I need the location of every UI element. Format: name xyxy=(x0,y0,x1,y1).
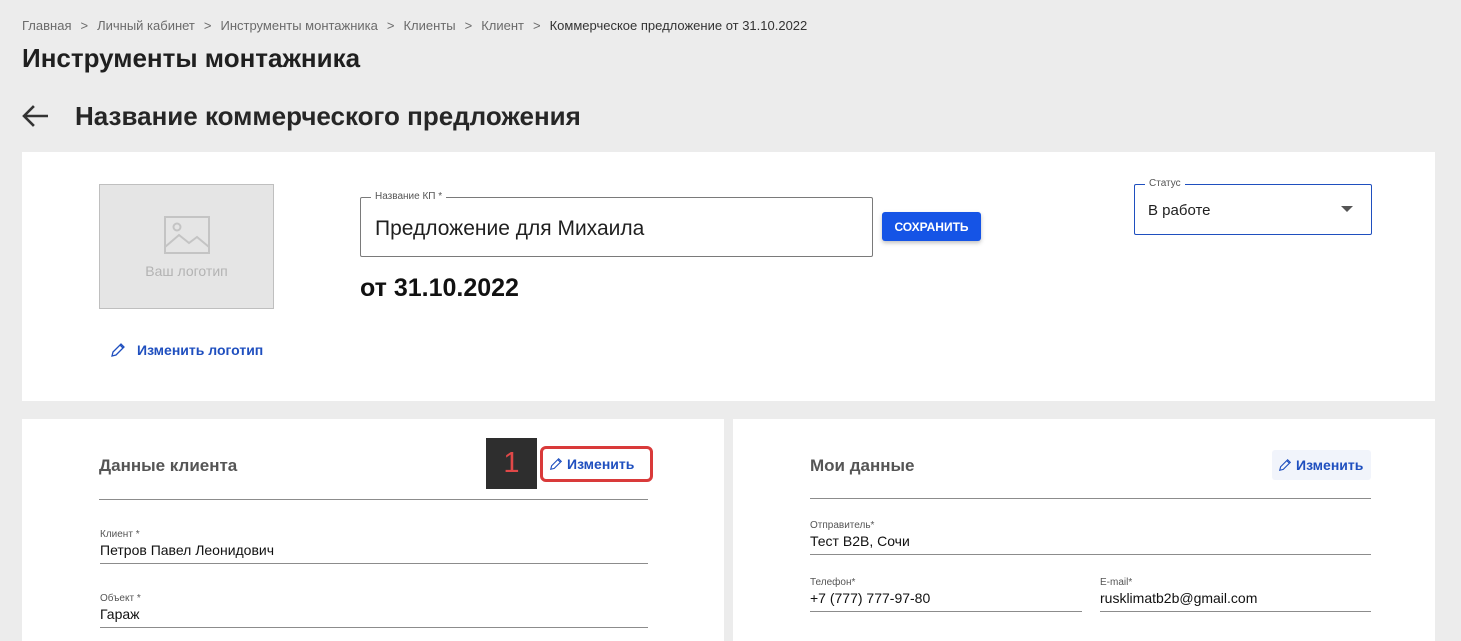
kp-name-value[interactable]: Предложение для Михаила xyxy=(375,217,644,241)
field-underline xyxy=(1100,611,1371,612)
offer-card: Ваш логотип Изменить логотип Название КП… xyxy=(22,152,1435,401)
kp-name-label: Название КП * xyxy=(371,191,447,202)
object-value: Гараж xyxy=(100,606,140,622)
sender-label: Отправитель* xyxy=(810,520,875,531)
pencil-icon xyxy=(549,457,563,471)
phone-label: Телефон* xyxy=(810,577,856,588)
edit-my-data-button[interactable]: Изменить xyxy=(1272,450,1372,480)
breadcrumb-item-client[interactable]: Клиент xyxy=(481,18,524,33)
object-field[interactable]: Объект * Гараж xyxy=(100,593,648,628)
email-field[interactable]: E-mail* rusklimatb2b@gmail.com xyxy=(1100,577,1371,612)
step-badge: 1 xyxy=(486,438,537,489)
section-divider xyxy=(810,498,1371,499)
breadcrumb-separator: > xyxy=(533,18,541,33)
pencil-icon xyxy=(1278,458,1292,472)
kp-date: от 31.10.2022 xyxy=(360,274,519,302)
logo-placeholder-label: Ваш логотип xyxy=(145,262,228,279)
breadcrumb-item-current: Коммерческое предложение от 31.10.2022 xyxy=(549,18,808,33)
edit-my-data-label: Изменить xyxy=(1296,457,1364,473)
status-select[interactable]: Статус В работе xyxy=(1134,178,1372,235)
field-underline xyxy=(810,611,1082,612)
my-data-card: Мои данные Изменить Отправитель* Тест B2… xyxy=(733,419,1435,641)
pencil-icon xyxy=(111,343,125,357)
field-underline xyxy=(810,554,1371,555)
client-name-field[interactable]: Клиент * Петров Павел Леонидович xyxy=(100,529,648,564)
section-divider xyxy=(99,499,648,500)
field-underline xyxy=(100,627,648,628)
back-button[interactable] xyxy=(22,100,48,132)
breadcrumb-item-account[interactable]: Личный кабинет xyxy=(97,18,195,33)
client-section-title: Данные клиента xyxy=(99,456,238,475)
breadcrumb-separator: > xyxy=(386,18,395,33)
sender-field[interactable]: Отправитель* Тест B2B, Сочи xyxy=(810,520,1371,555)
breadcrumb-item-tools[interactable]: Инструменты монтажника xyxy=(220,18,377,33)
client-data-card: Данные клиента 1 Изменить Клиент * Петро… xyxy=(22,419,724,641)
email-label: E-mail* xyxy=(1100,577,1133,588)
phone-value: +7 (777) 777-97-80 xyxy=(810,590,931,606)
client-name-value: Петров Павел Леонидович xyxy=(100,542,275,558)
chevron-down-icon[interactable] xyxy=(1341,206,1353,212)
status-value: В работе xyxy=(1148,202,1211,219)
offer-heading: Название коммерческого предложения xyxy=(75,101,581,131)
edit-client-button[interactable]: Изменить xyxy=(540,446,653,482)
save-button[interactable]: СОХРАНИТЬ xyxy=(882,212,981,241)
breadcrumb-item-home[interactable]: Главная xyxy=(22,18,71,33)
my-section-title: Мои данные xyxy=(810,456,915,475)
email-value: rusklimatb2b@gmail.com xyxy=(1100,590,1258,606)
status-label: Статус xyxy=(1145,178,1185,189)
client-name-label: Клиент * xyxy=(100,529,140,540)
edit-client-label: Изменить xyxy=(567,456,635,472)
logo-placeholder[interactable]: Ваш логотип xyxy=(99,184,274,309)
sender-value: Тест B2B, Сочи xyxy=(810,533,910,549)
breadcrumb-separator: > xyxy=(464,18,473,33)
page-title: Инструменты монтажника xyxy=(22,43,361,73)
change-logo-link[interactable]: Изменить логотип xyxy=(110,342,263,358)
change-logo-label: Изменить логотип xyxy=(137,342,264,358)
object-label: Объект * xyxy=(100,593,141,604)
breadcrumb-item-clients[interactable]: Клиенты xyxy=(403,18,455,33)
phone-field[interactable]: Телефон* +7 (777) 777-97-80 xyxy=(810,577,1082,612)
kp-name-field[interactable]: Название КП * Предложение для Михаила xyxy=(360,191,873,257)
breadcrumb-separator: > xyxy=(80,18,89,33)
breadcrumb-separator: > xyxy=(203,18,212,33)
breadcrumb: Главная > Личный кабинет > Инструменты монта… xyxy=(22,18,807,33)
field-underline xyxy=(100,563,648,564)
image-placeholder-icon xyxy=(163,215,210,254)
back-arrow-icon[interactable] xyxy=(22,105,48,127)
